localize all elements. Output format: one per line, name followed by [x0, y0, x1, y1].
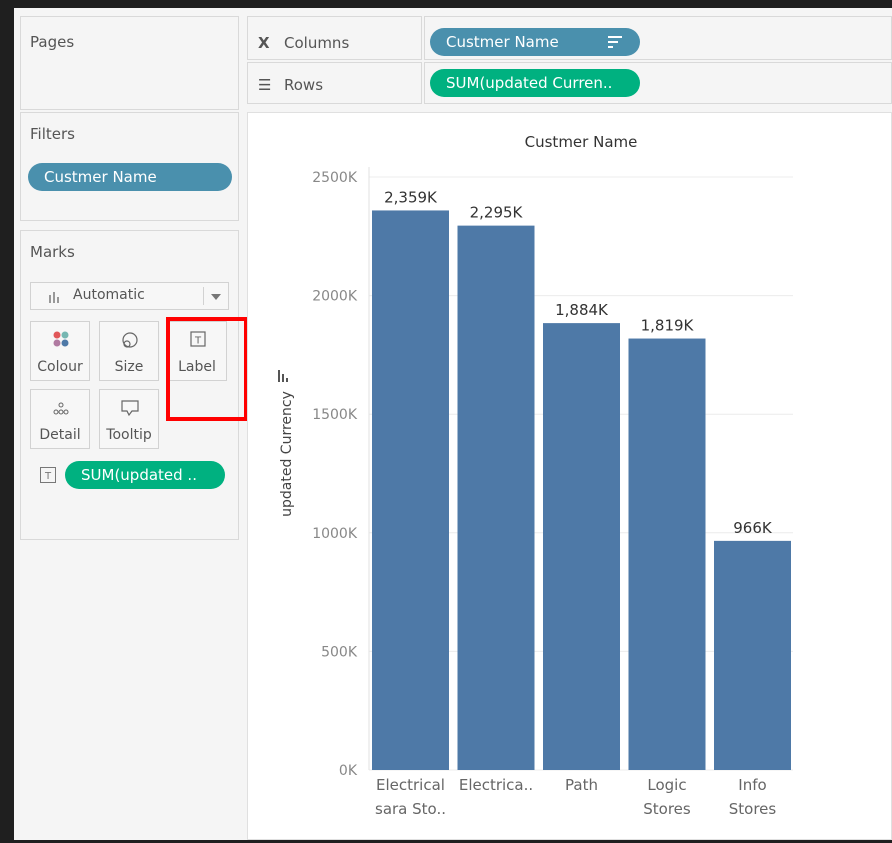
size-button[interactable]: Size: [99, 321, 159, 381]
colour-button-label: Colour: [37, 359, 83, 375]
y-tick-label: 2500K: [312, 170, 358, 186]
sort-icon[interactable]: [608, 36, 622, 48]
x-tick-label: Path: [565, 776, 598, 794]
tooltip-button[interactable]: Tooltip: [99, 389, 159, 449]
pages-panel: Pages: [20, 16, 239, 110]
detail-button[interactable]: Detail: [30, 389, 90, 449]
bar: [543, 323, 620, 770]
filters-panel-title: Filters: [30, 125, 75, 143]
axis-sort-icon: [278, 370, 288, 382]
rows-shelf-label: ☰ Rows: [258, 76, 324, 94]
bar-chart-icon: [49, 292, 59, 303]
x-tick-label: Logic: [647, 776, 686, 794]
text-label-icon: T: [40, 467, 56, 483]
y-tick-label: 2000K: [312, 289, 358, 305]
rows-shelf[interactable]: SUM(updated Curren..: [424, 62, 892, 104]
size-icon: [122, 332, 138, 348]
rows-icon: ☰: [258, 76, 272, 94]
chevron-down-icon[interactable]: [211, 294, 221, 300]
x-tick-label: sara Sto..: [375, 800, 446, 818]
bar: [714, 540, 791, 770]
y-tick-label: 1500K: [312, 407, 358, 423]
y-tick-label: 500K: [321, 644, 358, 660]
bar: [372, 210, 449, 770]
tooltip-icon: [121, 400, 139, 417]
filter-pill-custmer-name[interactable]: Custmer Name: [28, 163, 232, 191]
x-tick-label: Info: [738, 776, 766, 794]
x-tick-label: Stores: [729, 800, 777, 818]
columns-icon: Ⅹ: [258, 34, 270, 52]
detail-icon: [53, 402, 69, 415]
label-button-highlight: [166, 317, 248, 421]
x-tick-label: Electrica..: [459, 776, 533, 794]
rows-pill-sum-updated-currency[interactable]: SUM(updated Curren..: [430, 69, 640, 97]
columns-shelf[interactable]: Custmer Name: [424, 16, 892, 60]
dropdown-divider: [203, 287, 204, 305]
columns-pill-custmer-name[interactable]: Custmer Name: [430, 28, 640, 56]
data-label: 966K: [733, 519, 773, 537]
columns-shelf-label-box: Ⅹ Columns: [247, 16, 422, 60]
chart-title: Custmer Name: [525, 133, 638, 151]
tooltip-button-label: Tooltip: [106, 427, 152, 443]
mark-type-dropdown[interactable]: Automatic: [30, 282, 229, 310]
columns-shelf-label: Ⅹ Columns: [258, 34, 350, 52]
data-label: 2,295K: [470, 204, 524, 222]
y-tick-label: 0K: [339, 763, 358, 779]
x-tick-label: Electrical: [376, 776, 445, 794]
data-label: 1,884K: [555, 301, 609, 319]
tableau-workspace: Pages Filters Custmer Name Marks Automat…: [14, 8, 892, 840]
pages-panel-title: Pages: [30, 33, 75, 51]
bar-chart: Custmer Name 0K 500K 1000K 1500K 2000K 2500K up…: [278, 133, 793, 818]
bar: [457, 225, 535, 771]
filters-panel[interactable]: Filters Custmer Name: [20, 112, 239, 221]
marks-panel-title: Marks: [30, 243, 75, 261]
x-tick-label: Stores: [643, 800, 691, 818]
data-label: 2,359K: [384, 188, 438, 206]
colour-button[interactable]: Colour: [30, 321, 90, 381]
bar: [628, 338, 706, 770]
rows-shelf-label-box: ☰ Rows: [247, 62, 422, 104]
size-button-label: Size: [114, 359, 144, 375]
colour-icon: [53, 331, 69, 347]
label-measure-pill[interactable]: SUM(updated ..: [65, 461, 225, 489]
y-axis-title: updated Currency: [279, 391, 295, 517]
svg-text:T: T: [44, 471, 52, 482]
chart-view[interactable]: Custmer Name 0K 500K 1000K 1500K 2000K 2500K up…: [247, 112, 892, 840]
detail-button-label: Detail: [39, 427, 81, 443]
data-label: 1,819K: [641, 317, 695, 335]
mark-type-value: Automatic: [73, 287, 145, 303]
y-tick-label: 1000K: [312, 526, 358, 542]
